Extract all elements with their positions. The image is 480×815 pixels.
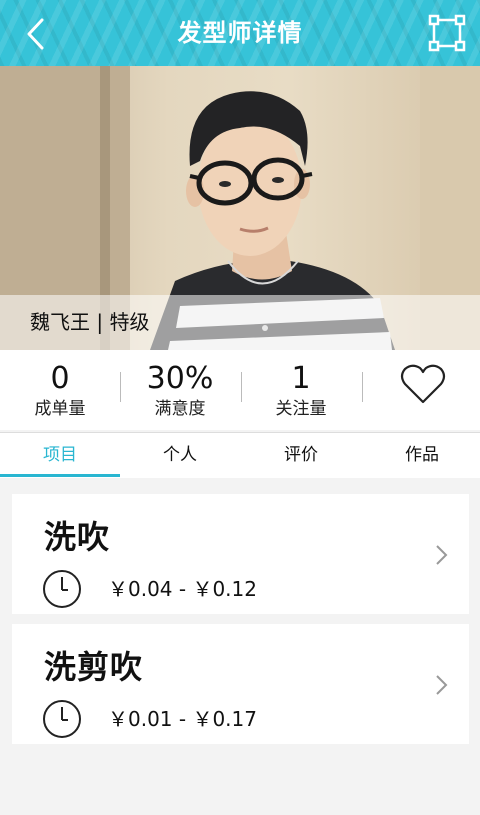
- active-tab-indicator: [0, 474, 120, 477]
- fullscreen-button[interactable]: [428, 14, 466, 52]
- stylist-name-level: 魏飞王 | 特级: [30, 310, 150, 334]
- stat-satisfaction-label: 满意度: [154, 399, 206, 419]
- stat-followers-label: 关注量: [275, 399, 327, 419]
- stat-followers: 1 关注量: [241, 350, 361, 430]
- heart-outline-icon: [400, 364, 446, 404]
- tab-bar: 项目 个人 评价 作品: [0, 432, 480, 478]
- tab-personal[interactable]: 个人: [120, 433, 240, 478]
- stat-orders-label: 成单量: [34, 399, 86, 419]
- chevron-right-icon: [436, 675, 448, 695]
- stat-satisfaction-value: 30%: [146, 361, 214, 396]
- stat-satisfaction: 30% 满意度: [120, 350, 240, 430]
- tab-projects[interactable]: 项目: [0, 433, 120, 478]
- service-price: ￥0.01 - ￥0.17: [108, 707, 257, 731]
- header-bar: 发型师详情: [0, 0, 480, 66]
- clock-icon: [43, 570, 81, 608]
- page-title: 发型师详情: [177, 19, 303, 47]
- service-name: 洗剪吹: [44, 648, 144, 686]
- tab-works[interactable]: 作品: [362, 433, 480, 478]
- clock-icon: [43, 700, 81, 738]
- stat-orders-value: 0: [50, 361, 70, 396]
- chevron-right-icon: [436, 545, 448, 565]
- stat-divider: [362, 372, 363, 402]
- service-card[interactable]: 洗吹 ￥0.04 - ￥0.12: [12, 494, 469, 614]
- service-card[interactable]: 洗剪吹 ￥0.01 - ￥0.17: [12, 624, 469, 744]
- stat-followers-value: 1: [291, 361, 311, 396]
- service-price: ￥0.04 - ￥0.12: [108, 577, 257, 601]
- stat-orders: 0 成单量: [0, 350, 120, 430]
- service-name: 洗吹: [44, 518, 111, 556]
- stylist-name-bar: 魏飞王 | 特级: [0, 295, 480, 350]
- favorite-button[interactable]: [400, 363, 446, 405]
- fullscreen-frame-icon: [428, 14, 466, 52]
- tab-reviews[interactable]: 评价: [241, 433, 361, 478]
